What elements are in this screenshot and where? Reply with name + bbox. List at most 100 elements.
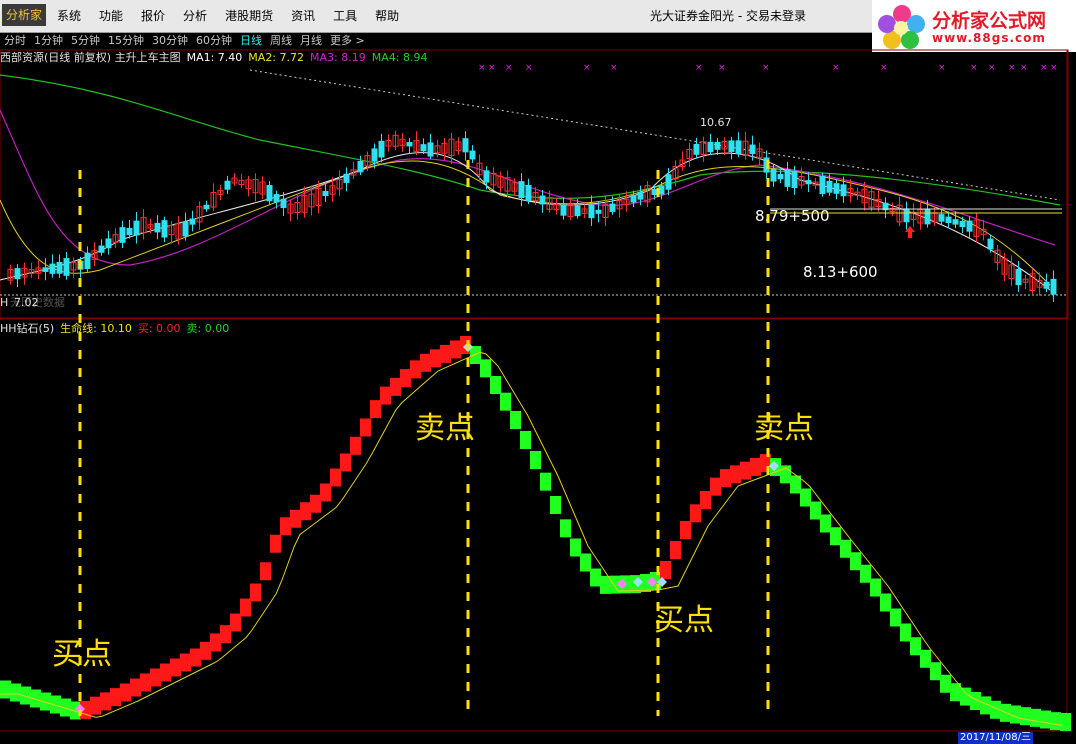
low-price-label: 7.02 (14, 296, 39, 309)
candle-body (966, 220, 973, 232)
candle-body (98, 245, 105, 253)
candle-body (84, 252, 91, 270)
candle-body (784, 169, 791, 187)
candle-body (518, 181, 525, 199)
candle-body (560, 204, 567, 216)
candlestick-series (7, 130, 1057, 303)
histogram-block (1030, 708, 1041, 727)
x-marker-icon: × (1040, 63, 1048, 73)
candle-body (525, 184, 532, 202)
ma2-value: MA2: 7.72 (248, 51, 305, 64)
histogram-block (340, 453, 351, 472)
histogram-block (300, 502, 311, 521)
candle-body (539, 195, 546, 205)
candle-body (735, 140, 742, 155)
histogram-block (230, 613, 241, 632)
candle-body (483, 170, 490, 183)
histogram-block (900, 623, 911, 642)
candle-body (49, 263, 56, 274)
histogram-block (1060, 713, 1071, 731)
candle-body (406, 142, 413, 147)
histogram-block (390, 377, 401, 396)
histogram-block (550, 496, 561, 514)
candle-body (343, 173, 350, 183)
candle-body (189, 218, 196, 225)
x-marker-icon: × (762, 63, 770, 73)
histogram-block (220, 625, 231, 644)
candle-body (665, 174, 672, 190)
histogram-block (350, 436, 361, 455)
candle-body (119, 227, 126, 243)
candle-body (126, 227, 133, 236)
histogram-block (920, 649, 931, 668)
histogram-block (870, 578, 881, 597)
histogram-block (840, 539, 851, 558)
candle-body (707, 141, 714, 153)
candle-body (427, 142, 434, 157)
candle-body (924, 209, 931, 225)
histogram-block (720, 469, 731, 488)
histogram-block (280, 517, 291, 536)
candle-body (224, 180, 231, 190)
histogram-block (90, 696, 101, 715)
histogram-block (890, 608, 901, 627)
candle-body (805, 180, 812, 185)
chart-title: 西部资源(日线 前复权) 主升上车主图 (0, 51, 181, 64)
candle-body (952, 219, 959, 225)
histogram-block (410, 360, 421, 379)
histogram-block (240, 598, 251, 617)
histogram-block (290, 509, 301, 528)
sell-point-label: 卖点 (754, 411, 814, 446)
histogram-block (570, 538, 581, 557)
sell-value: 卖: 0.00 (186, 322, 230, 335)
histogram-block (470, 346, 481, 364)
candle-body (154, 222, 161, 233)
x-marker-icon: × (505, 63, 513, 73)
histogram-block (120, 683, 131, 702)
candle-body (280, 198, 287, 209)
candle-body (357, 160, 364, 173)
buy-value: 买: 0.00 (137, 322, 181, 335)
low-price-prefix: H (0, 296, 8, 309)
target-annotation-2: 8.13+600 (803, 263, 878, 281)
histogram-block (940, 674, 951, 693)
candle-body (595, 209, 602, 214)
candle-body (574, 205, 581, 217)
candle-body (1050, 278, 1057, 295)
indicator-title: HH钻石(5) (0, 322, 55, 335)
histogram-block (880, 593, 891, 612)
histogram-block (540, 472, 551, 491)
histogram-block (740, 461, 751, 480)
candle-body (658, 185, 665, 195)
histogram-block (260, 562, 271, 581)
x-marker-icon: × (478, 63, 486, 73)
histogram-block (750, 457, 761, 476)
x-marker-icon: × (1020, 63, 1028, 73)
target-annotation-1: 8.79+500 (755, 207, 830, 225)
histogram-block (1050, 712, 1061, 731)
candle-body (826, 180, 833, 193)
histogram-block (710, 477, 721, 496)
histogram-block (370, 400, 381, 419)
candle-body (371, 148, 378, 162)
histogram-block (310, 494, 321, 513)
candle-body (161, 220, 168, 238)
chart-canvas[interactable]: × × × × × × × × × × × × × × × × × × 10.67 无历史数据 H 7.02 8.… (0, 0, 1076, 744)
x-marker-icon: × (832, 63, 840, 73)
histogram-block (670, 541, 681, 559)
x-marker-icon: × (695, 63, 703, 73)
histogram-block (810, 501, 821, 520)
x-marker-icon: × (1008, 63, 1016, 73)
histogram-block (140, 673, 151, 692)
histogram-block (530, 451, 541, 469)
candle-body (959, 220, 966, 228)
x-marker-icon: × (1050, 63, 1058, 73)
histogram-block (960, 687, 971, 706)
life-line-value: 生命线: 10.10 (60, 322, 132, 335)
histogram-block (0, 680, 11, 699)
date-badge: 2017/11/08/三 (958, 732, 1034, 744)
x-marker-icon: × (988, 63, 996, 73)
candle-body (56, 262, 63, 274)
histogram-block (860, 564, 871, 583)
histogram-block (160, 663, 171, 682)
